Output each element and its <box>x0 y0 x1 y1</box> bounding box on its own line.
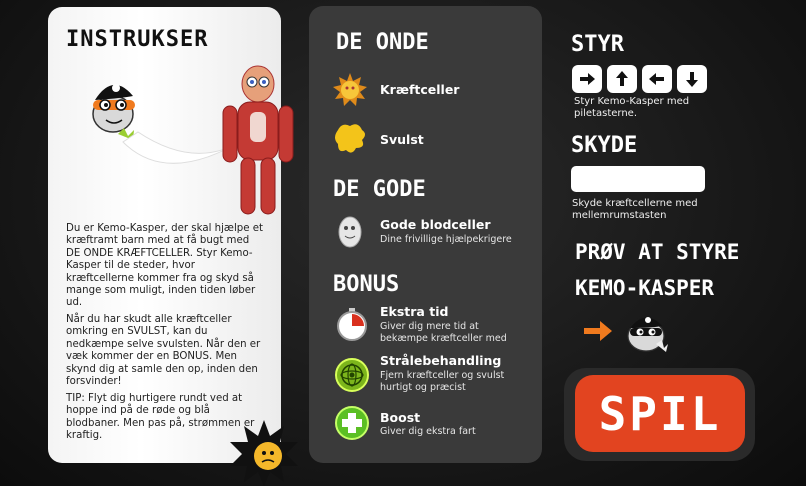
radiation-desc: Fjern kræftceller og svulst hurtigt og p… <box>380 370 505 393</box>
cancer-cell-icon <box>333 73 367 106</box>
play-button[interactable]: SPIL <box>575 375 745 452</box>
play-button-frame: SPIL <box>564 368 755 461</box>
white-blood-cell-desc: Dine frivillige hjælpekrigere <box>380 234 512 245</box>
extra-time-label: Ekstra tid <box>380 304 449 319</box>
bonus-section-title: BONUS <box>333 272 400 297</box>
arrow-left-icon <box>649 73 664 85</box>
arrow-down-key <box>677 65 707 93</box>
kemo-kasper-icon <box>92 84 135 140</box>
arrow-left-key <box>642 65 672 93</box>
tumor-icon <box>335 124 365 153</box>
instructions-panel: INSTRUKSER Du er Kemo-Kasper, der skal h… <box>48 7 294 463</box>
plus-boost-icon <box>335 406 369 440</box>
try-steer-title-line2: KEMO-KASPER <box>575 276 715 300</box>
good-section-title: DE GODE <box>333 177 426 202</box>
spiky-cancer-cell-icon <box>230 420 298 486</box>
arrow-right-icon <box>580 73 595 85</box>
character-illustration <box>92 65 294 215</box>
instructions-title: INSTRUKSER <box>66 27 209 52</box>
shoot-description: Skyde kræftcellerne med mellemrumstasten <box>572 198 698 221</box>
boost-label: Boost <box>380 410 421 425</box>
white-blood-cell-icon <box>338 216 362 248</box>
radiation-icon <box>335 358 369 392</box>
try-steer-title-line1: PRØV AT STYRE <box>575 240 740 264</box>
spacebar-key <box>571 166 705 192</box>
kemo-kasper-preview[interactable] <box>622 310 670 354</box>
instructions-paragraph-2: Når du har skudt alle kræftceller omkrin… <box>66 314 261 388</box>
extra-time-desc: Giver dig mere tid at bekæmpe kræftcelle… <box>380 321 507 344</box>
white-blood-cell-label: Gode blodceller <box>380 217 491 232</box>
arrow-up-key <box>607 65 637 93</box>
arrow-up-icon <box>616 71 628 86</box>
steer-description: Styr Kemo-Kasper med piletasterne. <box>574 96 690 119</box>
arrow-down-icon <box>686 72 698 87</box>
instructions-paragraph-1: Du er Kemo-Kasper, der skal hjælpe et kr… <box>66 223 264 309</box>
bad-section-title: DE ONDE <box>336 30 429 55</box>
shoot-title: SKYDE <box>571 133 638 158</box>
steer-title: STYR <box>571 32 624 57</box>
boost-desc: Giver dig ekstra fart <box>380 426 476 437</box>
child-body-icon <box>222 65 294 215</box>
stopwatch-icon <box>337 308 367 341</box>
arrow-right-key <box>572 65 602 93</box>
orange-arrow-icon <box>584 321 612 341</box>
tumor-label: Svulst <box>380 132 424 147</box>
cancer-cell-label: Kræftceller <box>380 82 460 97</box>
radiation-label: Strålebehandling <box>380 353 502 368</box>
